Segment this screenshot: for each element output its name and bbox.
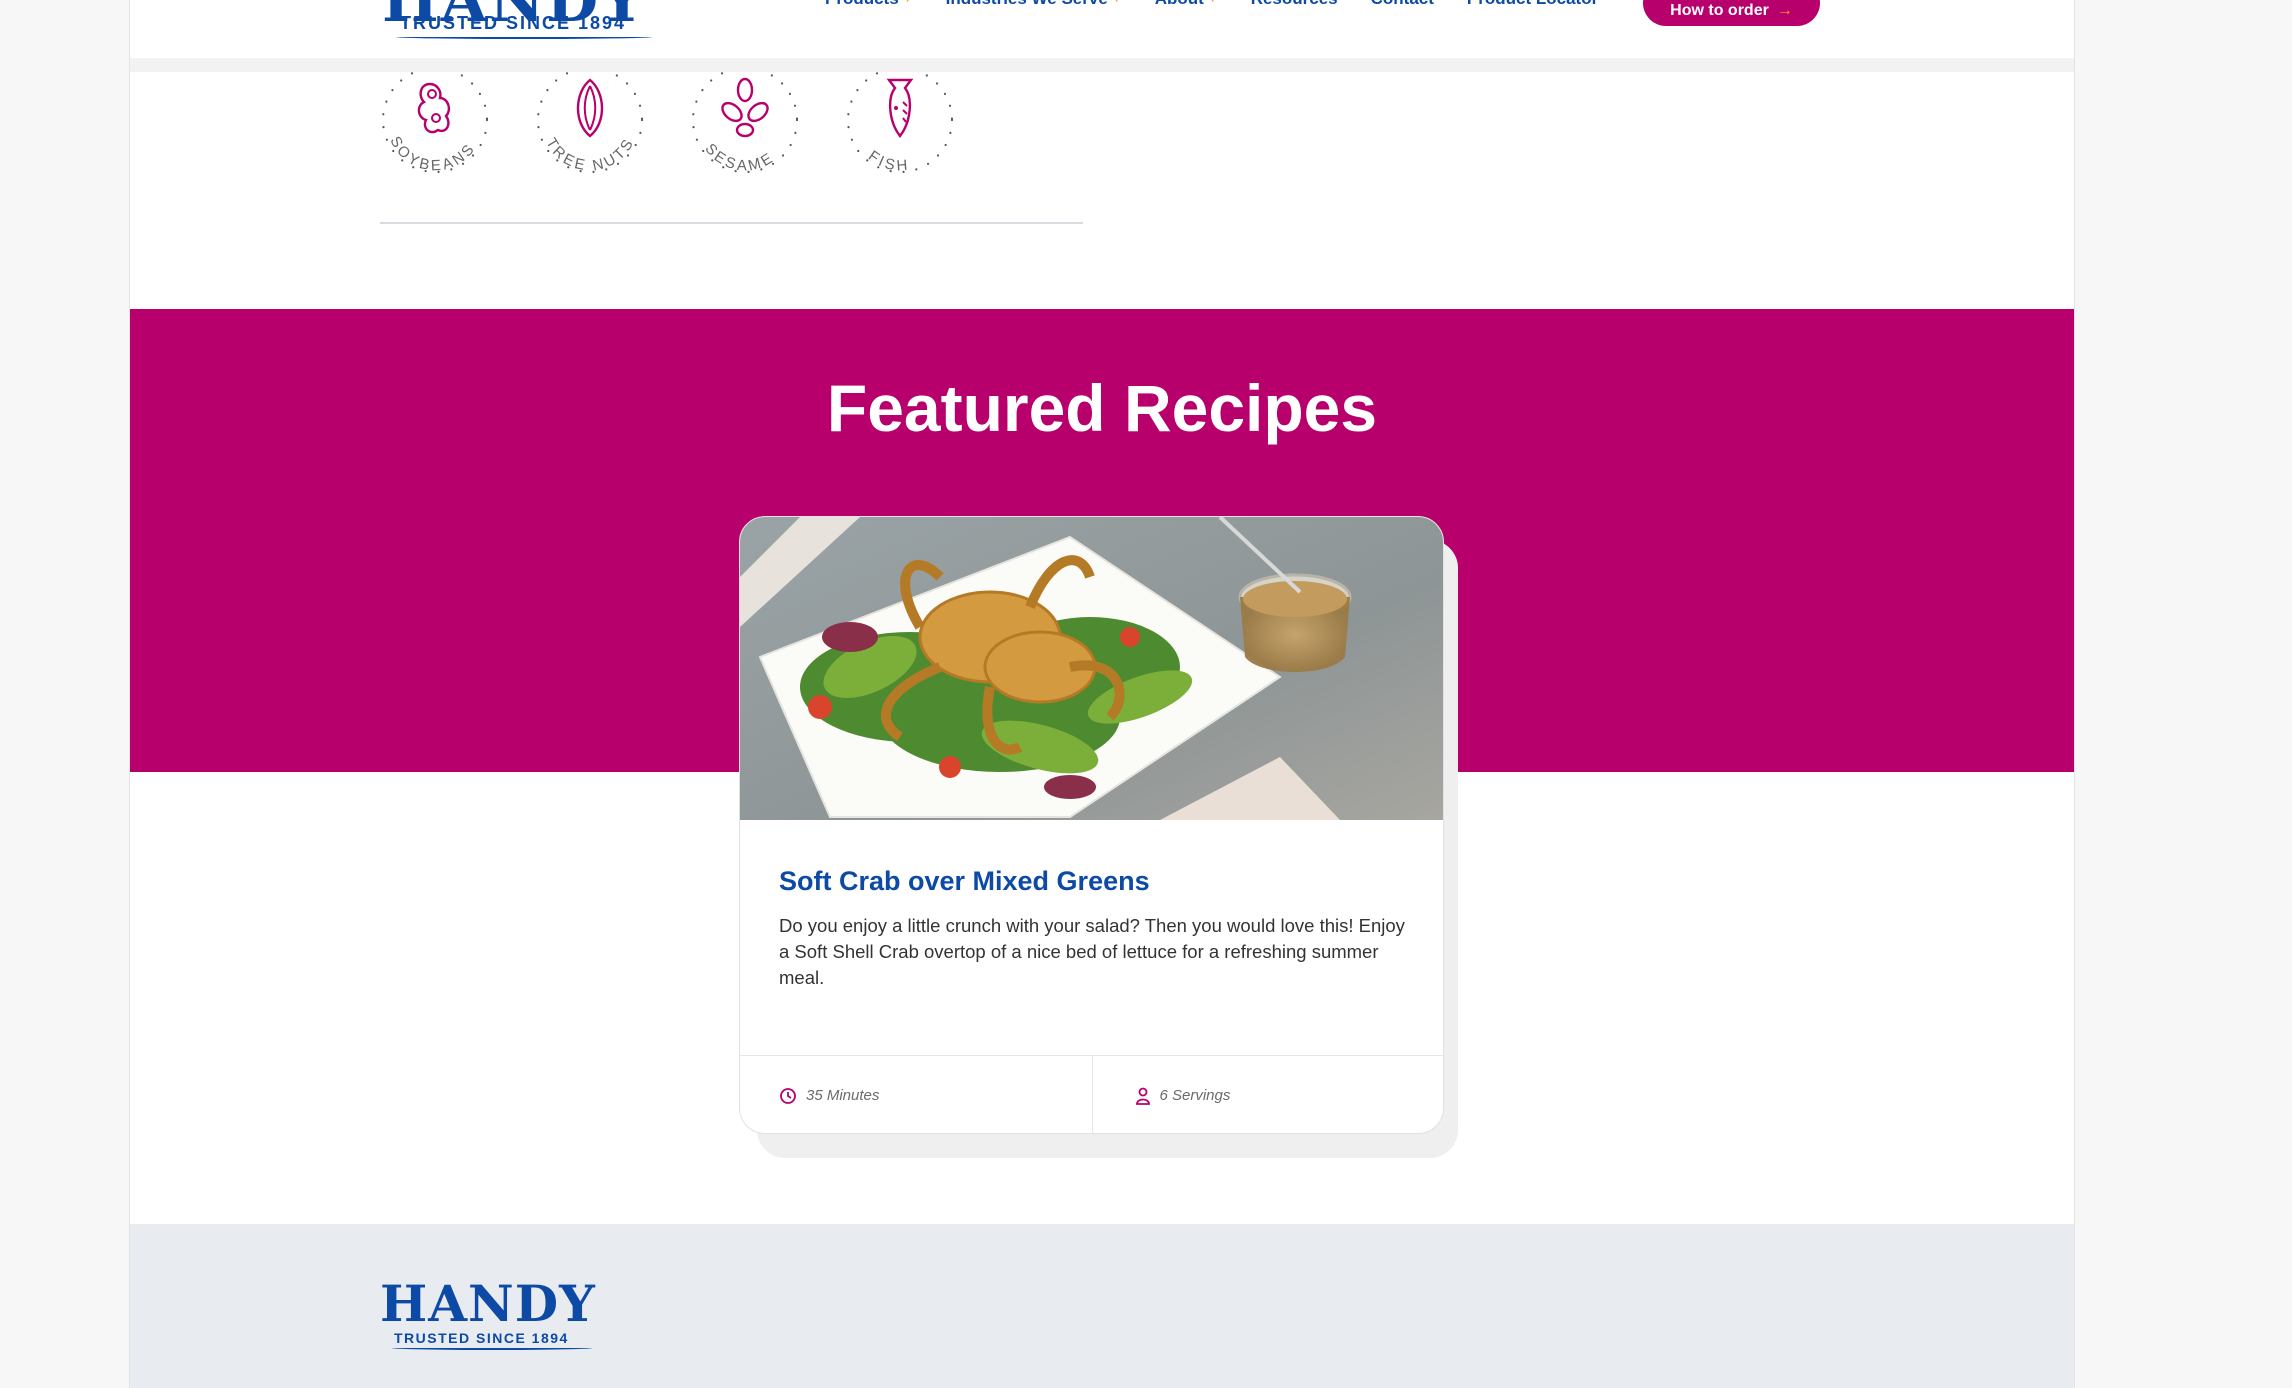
section-divider: [380, 222, 1083, 224]
nav-item-industries[interactable]: Industries We Serve ▼: [946, 0, 1122, 9]
site-header: HANDY TRUSTED SINCE 1894 Products ▼ Indu…: [130, 0, 2074, 58]
arrow-right-icon: →: [1776, 2, 1793, 19]
recipe-time: 35 Minutes: [740, 1056, 1092, 1133]
allergen-list: SOYBEANS TREE NUTS SESAME FISH: [380, 72, 1080, 182]
chevron-down-icon: ▼: [1208, 0, 1218, 5]
allergen-tree-nuts: TREE NUTS: [535, 72, 645, 182]
chevron-down-icon: ▼: [903, 0, 913, 5]
recipe-image[interactable]: [740, 517, 1444, 820]
nav-label: Products: [825, 0, 899, 9]
person-icon: [1135, 1087, 1150, 1105]
svg-text:FISH: FISH: [865, 147, 911, 174]
logo-brand: HANDY: [380, 1274, 596, 1333]
svg-text:TREE NUTS: TREE NUTS: [542, 134, 638, 174]
how-to-order-button[interactable]: How to order →: [1643, 0, 1820, 26]
nav-item-products[interactable]: Products ▼: [825, 0, 913, 9]
recipe-description: Do you enjoy a little crunch with your s…: [779, 915, 1405, 988]
recipe-servings-label: 6 Servings: [1159, 1087, 1231, 1104]
soybean-icon: SOYBEANS: [381, 72, 489, 175]
logo-swoosh: [392, 1346, 592, 1350]
allergen-label: TREE NUTS: [542, 134, 635, 174]
chevron-down-icon: ▼: [1112, 0, 1122, 5]
nav-label: About: [1155, 0, 1204, 9]
page: HANDY TRUSTED SINCE 1894 Products ▼ Indu…: [129, 0, 2075, 1388]
allergen-label: SESAME: [701, 140, 774, 174]
recipe-card[interactable]: Soft Crab over Mixed Greens Do you enjoy…: [739, 516, 1444, 1134]
recipe-title[interactable]: Soft Crab over Mixed Greens: [779, 866, 1150, 897]
allergen-sesame: SESAME: [690, 72, 800, 182]
svg-text:SESAME: SESAME: [701, 140, 777, 174]
header-logo[interactable]: HANDY TRUSTED SINCE 1894: [380, 0, 670, 42]
how-to-order-label: How to order: [1670, 2, 1769, 19]
tree-nut-icon: TREE NUTS: [536, 72, 644, 175]
recipe-time-label: 35 Minutes: [806, 1087, 880, 1104]
site-footer: HANDY TRUSTED SINCE 1894: [130, 1224, 2074, 1388]
nav-label: Product Locator: [1467, 0, 1598, 9]
logo-tagline: TRUSTED SINCE 1894: [400, 13, 627, 33]
svg-text:SOYBEANS: SOYBEANS: [386, 134, 479, 175]
nav-label: Contact: [1371, 0, 1434, 9]
nav-item-product-locator[interactable]: Product Locator: [1467, 0, 1598, 9]
allergen-fish: FISH: [845, 72, 955, 182]
recipe-meta: 35 Minutes 6 Servings: [740, 1055, 1444, 1133]
nav-item-about[interactable]: About ▼: [1155, 0, 1218, 9]
recipe-servings: 6 Servings: [1091, 1056, 1444, 1133]
featured-recipes-heading: Featured Recipes: [826, 371, 1378, 445]
nav-label: Industries We Serve: [946, 0, 1108, 9]
sesame-icon: SESAME: [691, 72, 799, 175]
allergen-label: SOYBEANS: [386, 134, 476, 175]
main-nav: Products ▼ Industries We Serve ▼ About ▼…: [825, 0, 1631, 9]
clock-icon: [780, 1087, 796, 1104]
logo-tagline: TRUSTED SINCE 1894: [394, 1330, 569, 1346]
allergen-soybeans: SOYBEANS: [380, 72, 490, 182]
header-shadow: [130, 58, 2074, 72]
logo-swoosh: [396, 35, 652, 39]
allergen-label: FISH: [865, 147, 908, 174]
nav-label: Resources: [1251, 0, 1338, 9]
nav-item-resources[interactable]: Resources: [1251, 0, 1338, 9]
nav-item-contact[interactable]: Contact: [1371, 0, 1434, 9]
footer-logo[interactable]: HANDY TRUSTED SINCE 1894: [380, 1274, 620, 1354]
fish-icon: FISH: [846, 72, 954, 175]
